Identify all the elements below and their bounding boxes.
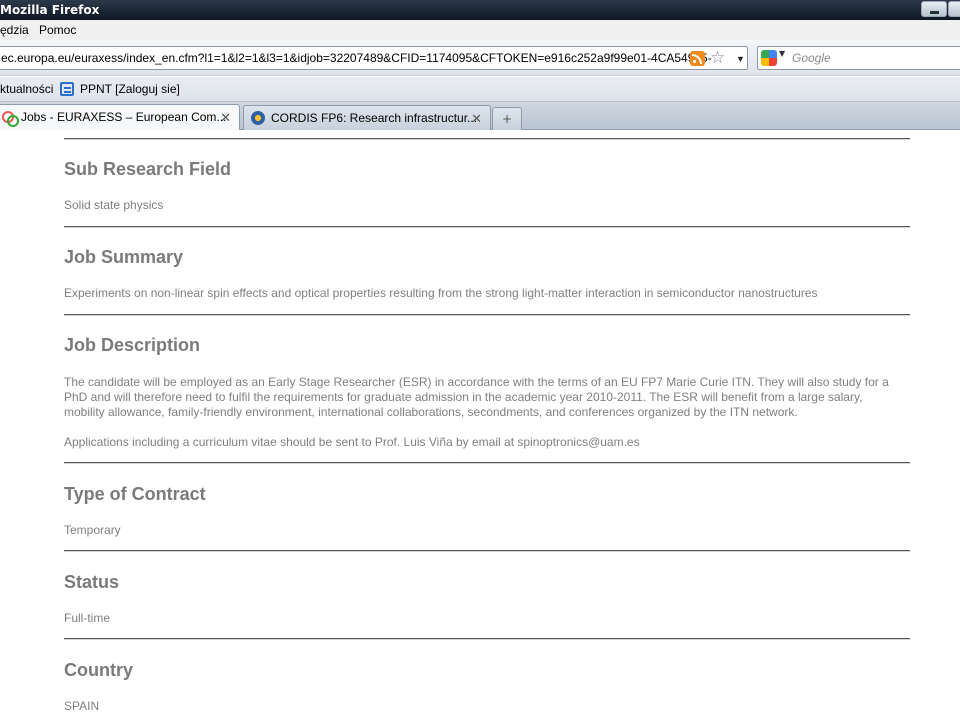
search-engine-dropdown-icon[interactable]: ▼	[779, 49, 785, 58]
section-divider	[64, 226, 910, 228]
url-text: ec.europa.eu/euraxess/index_en.cfm?l1=1&…	[1, 51, 712, 65]
job-summary-value: Experiments on non-linear spin effects a…	[64, 286, 818, 300]
new-tab-button[interactable]: +	[492, 107, 522, 130]
search-placeholder: Google	[792, 51, 831, 65]
tab-euraxess-jobs[interactable]: Jobs - EURAXESS – European Com... ✕	[0, 104, 240, 131]
tab-label: Jobs - EURAXESS – European Com...	[21, 110, 227, 124]
bookmark-star-icon[interactable]: ☆	[710, 47, 725, 69]
country-value: SPAIN	[64, 699, 100, 713]
job-summary-heading: Job Summary	[64, 247, 184, 267]
section-divider	[64, 462, 910, 464]
url-dropdown-icon[interactable]: ▼	[736, 48, 745, 69]
navigation-toolbar: ec.europa.eu/euraxess/index_en.cfm?l1=1&…	[0, 40, 960, 76]
type-of-contract-value: Temporary	[64, 523, 121, 537]
euraxess-favicon-icon	[2, 111, 19, 127]
window-titlebar: Mozilla Firefox	[0, 0, 960, 20]
minimize-button[interactable]	[921, 1, 947, 17]
maximize-button[interactable]	[948, 1, 960, 17]
bookmark-item-ppnt[interactable]: PPNT [Zaloguj sie]	[80, 77, 180, 101]
ppnt-bookmark-icon[interactable]	[60, 82, 74, 96]
google-search-engine-icon[interactable]	[761, 50, 777, 66]
country-heading: Country	[64, 660, 133, 680]
page-content: Sub Research Field Solid state physics J…	[0, 130, 960, 719]
window-title: Mozilla Firefox	[0, 3, 100, 17]
job-description-heading: Job Description	[64, 335, 201, 355]
tab-strip: Jobs - EURAXESS – European Com... ✕ CORD…	[0, 102, 960, 131]
job-description-application-note: Applications including a curriculum vita…	[64, 435, 640, 449]
type-of-contract-heading: Type of Contract	[64, 484, 206, 504]
menu-bar: ędzia Pomoc	[0, 20, 960, 40]
tab-cordis-fp6[interactable]: CORDIS FP6: Research infrastructur... ✕	[243, 105, 491, 130]
rss-feed-icon[interactable]	[690, 51, 705, 66]
bookmarks-toolbar: ktualności PPNT [Zaloguj sie]	[0, 77, 960, 102]
section-divider	[64, 314, 910, 316]
menu-item-help[interactable]: Pomoc	[39, 20, 76, 40]
close-tab-icon[interactable]: ✕	[471, 107, 482, 130]
sub-research-field-value: Solid state physics	[64, 198, 164, 212]
search-bar[interactable]: ▼ Google	[757, 46, 960, 70]
tab-label: CORDIS FP6: Research infrastructur...	[271, 111, 478, 125]
job-description-line-2: PhD and will therefore need to fulfil th…	[64, 390, 863, 404]
job-description-line-1: The candidate will be employed as an Ear…	[64, 375, 889, 389]
cordis-favicon-icon	[251, 111, 265, 125]
url-bar[interactable]: ec.europa.eu/euraxess/index_en.cfm?l1=1&…	[0, 46, 748, 70]
close-tab-icon[interactable]: ✕	[220, 106, 231, 129]
status-heading: Status	[64, 572, 120, 592]
status-value: Full-time	[64, 611, 111, 625]
bookmark-item-aktualnosci[interactable]: ktualności	[0, 77, 53, 101]
section-divider	[64, 138, 910, 140]
section-divider	[64, 638, 910, 640]
section-divider	[64, 550, 910, 552]
menu-item-tools[interactable]: ędzia	[0, 20, 29, 40]
sub-research-field-heading: Sub Research Field	[64, 159, 232, 179]
job-description-line-3: mobility allowance, family-friendly envi…	[64, 405, 798, 419]
